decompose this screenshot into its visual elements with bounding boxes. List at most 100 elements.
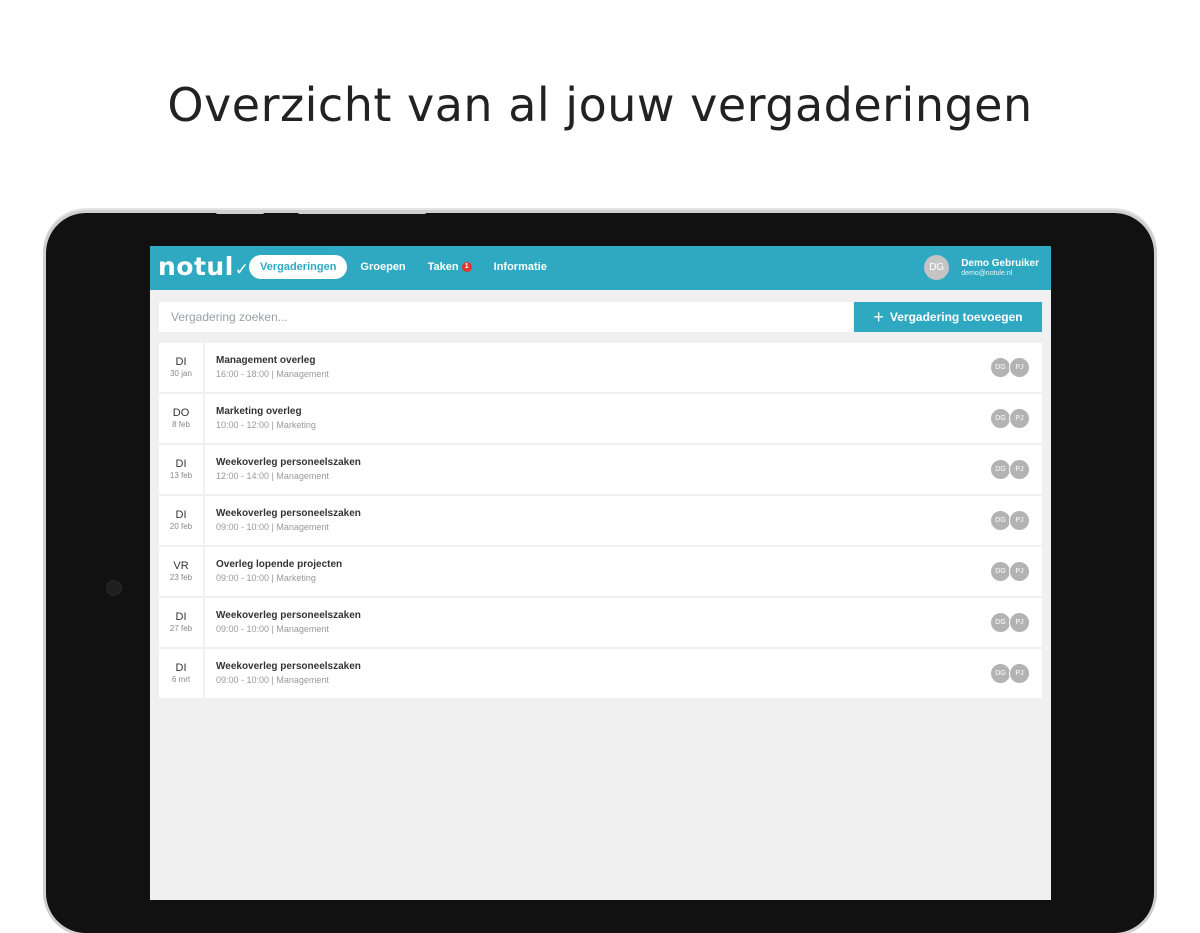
tasks-count-badge: 1 <box>461 262 472 272</box>
user-avatar: DG <box>924 255 950 280</box>
meeting-day-month: 27 feb <box>169 624 193 633</box>
meeting-attendees: DG PJ <box>990 561 1030 582</box>
meeting-weekday: DI <box>175 356 187 368</box>
meeting-row[interactable]: VR 23 feb Overleg lopende projecten 09:00 -… <box>159 547 1042 596</box>
attendee-avatar: DG <box>990 612 1011 633</box>
meeting-weekday: DI <box>175 611 187 623</box>
meeting-info: Overleg lopende projecten 09:00 - 10:00 |… <box>205 547 342 596</box>
meeting-info: Weekoverleg personeelszaken 09:00 - 10:00… <box>205 496 361 545</box>
nav-tab-taken[interactable]: Taken 1 <box>419 255 481 279</box>
meeting-day-month: 6 mrt <box>171 675 191 684</box>
user-email: demo@notule.nl <box>961 269 1013 277</box>
nav-tab-label: Informatie <box>493 261 547 273</box>
plus-icon: + <box>873 307 884 327</box>
nav-tab-informatie[interactable]: Informatie <box>485 255 556 279</box>
meeting-search-input[interactable] <box>159 302 853 332</box>
meeting-date: DI 27 feb <box>159 598 205 647</box>
attendee-avatar: DG <box>990 357 1011 378</box>
nav-tab-label: Vergaderingen <box>260 261 337 273</box>
meeting-row[interactable]: DI 6 mrt Weekoverleg personeelszaken 09:00 … <box>159 649 1042 698</box>
meeting-row[interactable]: DI 13 feb Weekoverleg personeelszaken 12:00… <box>159 445 1042 494</box>
top-bar: notul✓ Vergaderingen Groepen Taken 1 Info… <box>150 246 1051 290</box>
meeting-weekday: DI <box>175 458 187 470</box>
tablet-button-left <box>43 352 46 370</box>
meeting-day-month: 8 feb <box>172 420 190 429</box>
meeting-date: DI 13 feb <box>159 445 205 494</box>
logo-check-icon: ✓ <box>234 260 250 280</box>
meeting-title: Weekoverleg personeelszaken <box>216 661 361 672</box>
meeting-date: DI 20 feb <box>159 496 205 545</box>
tablet-button-top-2 <box>298 211 426 214</box>
attendee-avatar: DG <box>990 561 1011 582</box>
attendee-avatar: PJ <box>1009 663 1030 684</box>
attendee-avatar: PJ <box>1009 510 1030 531</box>
meeting-attendees: DG PJ <box>990 612 1030 633</box>
meeting-title: Overleg lopende projecten <box>216 559 343 570</box>
meeting-attendees: DG PJ <box>990 663 1030 684</box>
meeting-day-month: 20 feb <box>169 522 193 531</box>
meeting-weekday: DI <box>175 509 187 521</box>
nav-tab-vergaderingen[interactable]: Vergaderingen <box>249 255 348 279</box>
meeting-weekday: DI <box>175 662 187 674</box>
meeting-row[interactable]: DI 20 feb Weekoverleg personeelszaken 09:00… <box>159 496 1042 545</box>
meeting-date: VR 23 feb <box>159 547 205 596</box>
attendee-avatar: DG <box>990 510 1011 531</box>
meeting-time-group: 10:00 - 12:00 | Marketing <box>216 420 316 430</box>
nav-tab-label: Groepen <box>360 261 406 273</box>
meeting-title: Management overleg <box>216 355 316 366</box>
app-logo[interactable]: notul✓ <box>158 252 250 281</box>
meeting-weekday: DO <box>172 407 190 419</box>
meeting-time-group: 09:00 - 10:00 | Management <box>216 624 329 634</box>
meeting-day-month: 13 feb <box>169 471 193 480</box>
search-row: + Vergadering toevoegen <box>159 302 1042 332</box>
meeting-title: Weekoverleg personeelszaken <box>216 610 361 621</box>
meeting-info: Weekoverleg personeelszaken 12:00 - 14:00… <box>205 445 361 494</box>
add-meeting-label: Vergadering toevoegen <box>889 310 1023 324</box>
meeting-row[interactable]: DO 8 feb Marketing overleg 10:00 - 12:00 | … <box>159 394 1042 443</box>
tablet-camera <box>106 580 122 596</box>
logo-text: notul <box>158 252 234 281</box>
meeting-info: Marketing overleg 10:00 - 12:00 | Marketi… <box>205 394 316 443</box>
nav-tab-groepen[interactable]: Groepen <box>351 255 414 279</box>
meeting-info: Management overleg 16:00 - 18:00 | Manage… <box>205 343 329 392</box>
meeting-time-group: 16:00 - 18:00 | Management <box>216 369 329 379</box>
tablet-button-top-1 <box>216 211 264 214</box>
meeting-day-month: 23 feb <box>169 573 193 582</box>
user-name: Demo Gebruiker <box>961 257 1039 269</box>
meeting-time-group: 09:00 - 10:00 | Management <box>216 522 329 532</box>
meeting-title: Marketing overleg <box>216 406 302 417</box>
page-headline: Overzicht van al jouw vergaderingen <box>167 78 1033 132</box>
meeting-time-group: 09:00 - 10:00 | Marketing <box>216 573 316 583</box>
meeting-date: DI 6 mrt <box>159 649 205 698</box>
meeting-attendees: DG PJ <box>990 510 1030 531</box>
attendee-avatar: DG <box>990 663 1011 684</box>
app-screen: notul✓ Vergaderingen Groepen Taken 1 Info… <box>150 246 1051 900</box>
meeting-info: Weekoverleg personeelszaken 09:00 - 10:00… <box>205 649 361 698</box>
meeting-attendees: DG PJ <box>990 459 1030 480</box>
meeting-attendees: DG PJ <box>990 357 1030 378</box>
attendee-avatar: PJ <box>1009 408 1030 429</box>
meeting-time-group: 12:00 - 14:00 | Management <box>216 471 329 481</box>
tablet-button-right <box>1154 570 1157 602</box>
attendee-avatar: PJ <box>1009 357 1030 378</box>
attendee-avatar: PJ <box>1009 612 1030 633</box>
meeting-day-month: 30 jan <box>170 369 192 378</box>
meeting-weekday: VR <box>173 560 189 572</box>
attendee-avatar: DG <box>990 459 1011 480</box>
attendee-avatar: PJ <box>1009 459 1030 480</box>
meeting-attendees: DG PJ <box>990 408 1030 429</box>
meeting-row[interactable]: DI 27 feb Weekoverleg personeelszaken 09:00… <box>159 598 1042 647</box>
attendee-avatar: DG <box>990 408 1011 429</box>
meeting-title: Weekoverleg personeelszaken <box>216 508 361 519</box>
main-nav: Vergaderingen Groepen Taken 1 Informatie <box>249 255 560 279</box>
nav-tab-label: Taken <box>427 261 459 273</box>
attendee-avatar: PJ <box>1009 561 1030 582</box>
add-meeting-button[interactable]: + Vergadering toevoegen <box>854 302 1042 332</box>
meeting-time-group: 09:00 - 10:00 | Management <box>216 675 329 685</box>
meeting-date: DI 30 jan <box>159 343 205 392</box>
meeting-date: DO 8 feb <box>159 394 205 443</box>
meeting-list: DI 30 jan Management overleg 16:00 - 18:00 … <box>159 343 1042 700</box>
user-menu[interactable]: DG Demo Gebruiker demo@notule.nl <box>924 255 1039 280</box>
meeting-row[interactable]: DI 30 jan Management overleg 16:00 - 18:00 … <box>159 343 1042 392</box>
meeting-info: Weekoverleg personeelszaken 09:00 - 10:00… <box>205 598 361 647</box>
